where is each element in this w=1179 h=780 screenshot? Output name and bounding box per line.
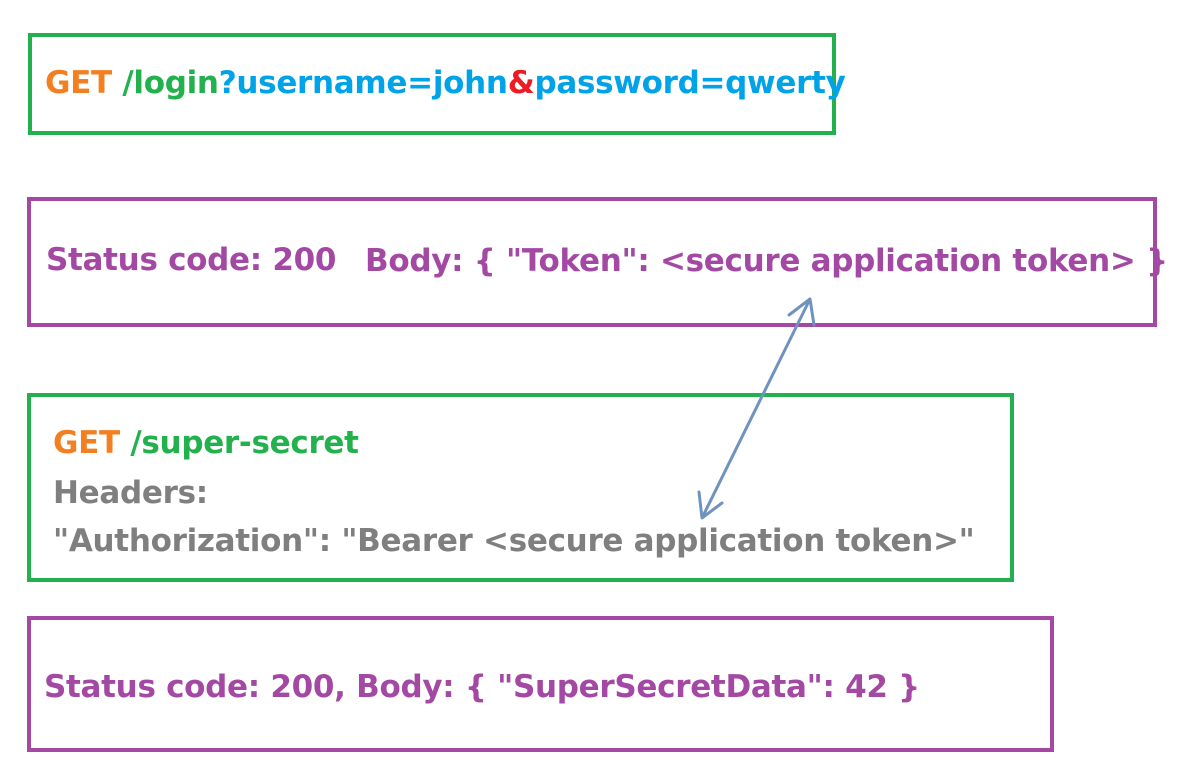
login-path: /login — [122, 65, 219, 101]
login-response-body: Body: { "Token": <secure application tok… — [365, 243, 1168, 279]
login-ampersand: & — [507, 65, 535, 101]
login-query-separator: ? — [218, 65, 237, 101]
secret-headers-label: Headers: — [53, 475, 208, 511]
login-request-line: GET /login?username=john&password=qwerty — [45, 65, 846, 101]
login-response-status: Status code: 200 — [46, 242, 337, 278]
login-method: GET — [45, 65, 112, 101]
login-password-param: password=qwerty — [534, 65, 846, 101]
secret-method: GET — [53, 425, 120, 461]
secret-path: /super-secret — [130, 425, 359, 461]
secret-request-line: GET /super-secret — [53, 425, 359, 461]
secret-authorization-header: "Authorization": "Bearer <secure applica… — [53, 523, 975, 559]
login-username-param: username=john — [236, 65, 508, 101]
secret-response-text: Status code: 200, Body: { "SuperSecretDa… — [44, 669, 920, 705]
